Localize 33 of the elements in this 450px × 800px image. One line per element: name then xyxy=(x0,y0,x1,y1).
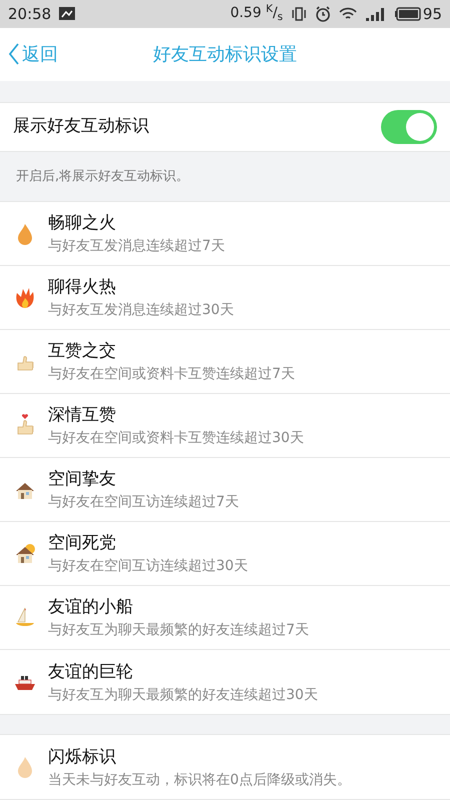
chevron-left-icon xyxy=(8,43,20,66)
badge-title: 畅聊之火 xyxy=(48,212,117,234)
badge-title: 聊得火热 xyxy=(48,276,117,298)
image-notification-icon xyxy=(59,7,76,20)
badge-description: 与好友互为聊天最频繁的好友连续超过30天 xyxy=(48,686,318,704)
toggle-hint: 开启后,将展示好友互动标识。 xyxy=(16,168,190,186)
badge-description: 与好友互发消息连续超过30天 xyxy=(48,301,234,320)
badge-title: 空间挚友 xyxy=(48,468,117,490)
wifi-icon xyxy=(338,6,357,21)
badge-description: 与好友互为聊天最频繁的好友连续超过7天 xyxy=(48,621,309,640)
badge-description: 与好友在空间或资料卡互赞连续超过7天 xyxy=(48,365,295,384)
back-button[interactable]: 返回 xyxy=(8,28,58,81)
badge-description: 与好友在空间互访连续超过7天 xyxy=(48,493,239,512)
toggle-label: 展示好友互动标识 xyxy=(13,115,149,138)
badge-title: 友谊的巨轮 xyxy=(48,660,134,683)
badge-title: 深情互赞 xyxy=(48,404,117,426)
network-speed: 0.59 $^{K}$/$_{s}$ xyxy=(230,3,283,24)
badge-description: 当天未与好友互动，标识将在0点后降级或消失。 xyxy=(48,770,351,788)
battery-level: 95 xyxy=(422,4,442,24)
vibrate-icon xyxy=(290,6,307,21)
page-title: 好友互动标识设置 xyxy=(153,42,297,67)
badge-title: 互赞之交 xyxy=(48,340,117,362)
toggle-switch[interactable] xyxy=(381,110,437,144)
battery-icon xyxy=(394,6,421,21)
badge-description: 与好友互发消息连续超过7天 xyxy=(48,237,225,256)
signal-icon xyxy=(364,6,387,21)
alarm-icon xyxy=(314,6,331,22)
badge-title: 友谊的小船 xyxy=(48,596,134,618)
badge-title: 空间死党 xyxy=(48,532,117,554)
badge-description: 与好友在空间或资料卡互赞连续超过30天 xyxy=(48,429,304,448)
status-time: 20:58 xyxy=(8,4,52,24)
badge-description: 与好友在空间互访连续超过30天 xyxy=(48,557,248,576)
badge-title: 闪烁标识 xyxy=(48,746,117,768)
